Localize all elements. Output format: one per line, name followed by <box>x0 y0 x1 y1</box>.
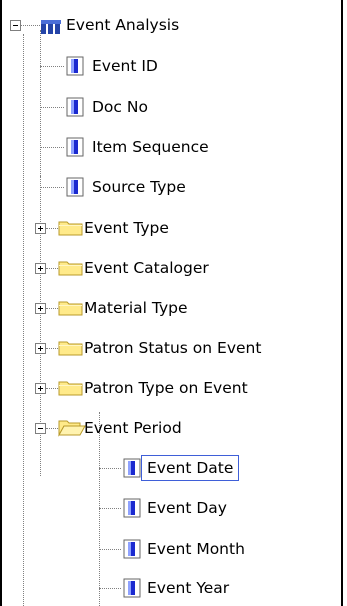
tree-guide-line <box>40 30 41 176</box>
tree-guide-line <box>99 468 121 469</box>
attribute-icon <box>66 137 84 157</box>
tree-guide-line <box>40 66 64 67</box>
folder-closed-icon <box>58 261 83 276</box>
tree-guide-line <box>23 34 24 606</box>
dimension-tree-panel: Event Analysis Event ID Doc No Item Sequ… <box>0 0 343 606</box>
attribute-icon <box>66 97 84 117</box>
tree-guide-line <box>46 228 58 229</box>
attribute-icon <box>123 498 141 518</box>
attribute-icon <box>66 56 84 76</box>
attribute-icon <box>123 458 141 478</box>
cube-icon <box>41 20 61 34</box>
tree-item-event-type[interactable]: Event Type <box>84 218 169 238</box>
folder-expand-toggle[interactable] <box>35 383 46 394</box>
tree-guide-line <box>20 25 40 26</box>
folder-closed-icon <box>58 301 83 316</box>
tree-guide-line <box>99 412 100 606</box>
folder-expand-toggle[interactable] <box>35 343 46 354</box>
tree-root-label[interactable]: Event Analysis <box>66 15 179 35</box>
tree-item-event-cataloger[interactable]: Event Cataloger <box>84 258 209 278</box>
tree-guide-line <box>99 588 121 589</box>
attribute-icon <box>66 177 84 197</box>
tree-guide-line <box>40 107 64 108</box>
tree-guide-line <box>46 308 58 309</box>
folder-expand-toggle[interactable] <box>35 303 46 314</box>
tree-guide-line <box>46 348 58 349</box>
folder-open-icon <box>58 420 86 437</box>
tree-item-material-type[interactable]: Material Type <box>84 298 188 318</box>
folder-closed-icon <box>58 381 83 396</box>
tree-item-item-sequence[interactable]: Item Sequence <box>92 137 209 157</box>
attribute-icon <box>123 578 141 598</box>
tree-guide-line <box>46 268 58 269</box>
folder-closed-icon <box>58 341 83 356</box>
tree-guide-line <box>40 187 64 188</box>
folder-closed-icon <box>58 221 83 236</box>
folder-collapse-toggle[interactable] <box>35 423 46 434</box>
tree-item-event-id[interactable]: Event ID <box>92 56 158 76</box>
tree-item-event-year[interactable]: Event Year <box>147 578 229 598</box>
tree-guide-line <box>40 147 64 148</box>
tree-item-event-month[interactable]: Event Month <box>147 539 245 559</box>
tree-guide-line <box>46 388 58 389</box>
tree-item-event-period[interactable]: Event Period <box>84 418 182 438</box>
tree-item-event-date[interactable]: Event Date <box>140 455 240 481</box>
tree-guide-line <box>99 508 121 509</box>
tree-guide-line <box>46 428 58 429</box>
folder-expand-toggle[interactable] <box>35 223 46 234</box>
tree-item-doc-no[interactable]: Doc No <box>92 97 148 117</box>
tree-guide-line <box>99 549 121 550</box>
attribute-icon <box>123 539 141 559</box>
tree-item-patron-type-on-event[interactable]: Patron Type on Event <box>84 378 248 398</box>
tree-item-patron-status-on-event[interactable]: Patron Status on Event <box>84 338 261 358</box>
tree-item-event-day[interactable]: Event Day <box>147 498 227 518</box>
folder-expand-toggle[interactable] <box>35 263 46 274</box>
tree-item-source-type[interactable]: Source Type <box>92 177 186 197</box>
